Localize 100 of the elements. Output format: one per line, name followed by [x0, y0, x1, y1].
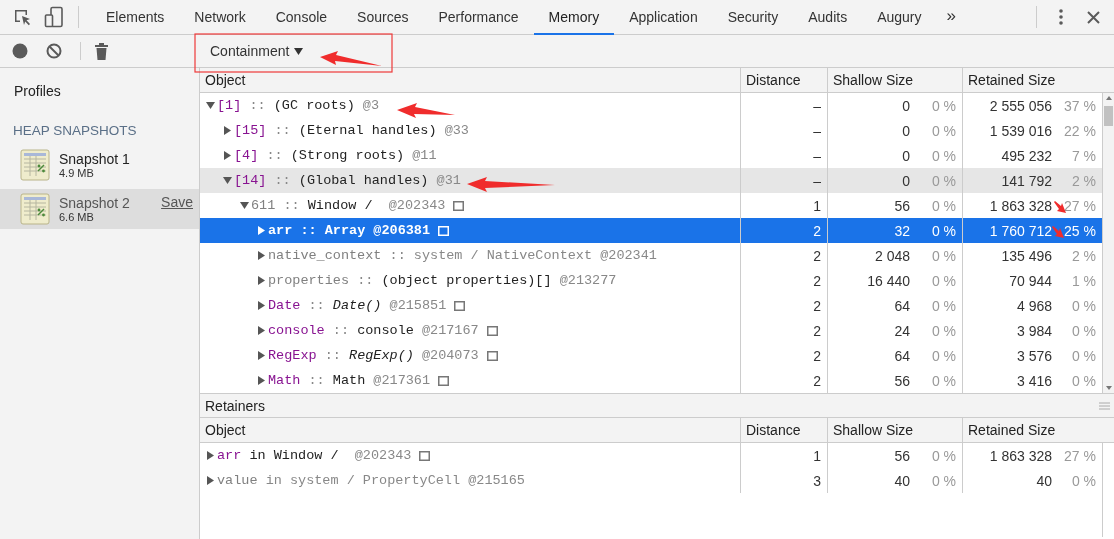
shallow-percent-cell-text: 0 %	[930, 172, 956, 189]
snapshot-name: Snapshot 1	[59, 151, 131, 167]
view-dropdown[interactable]: Containment	[204, 38, 310, 64]
column-header[interactable]: Shallow Size	[828, 68, 963, 92]
snapshot-size: 4.9 MB	[59, 167, 95, 179]
save-link[interactable]: Save	[161, 194, 193, 210]
spreadsheet-icon	[20, 149, 50, 181]
retained-size-cell: 3 576	[1016, 347, 1052, 364]
tree-row[interactable]: console :: console @217167 2 24 0 % 3 984 0 %	[200, 318, 1102, 343]
retained-size-cell: 135 496	[1001, 247, 1052, 264]
trash-icon[interactable]	[95, 42, 108, 60]
panel-tab[interactable]: Augury	[862, 0, 937, 35]
tree-row[interactable]: [14] :: (Global handles) @31 – 0 0 % 141 792 2 %	[200, 168, 1102, 193]
shallow-size-cell: 56	[894, 447, 910, 464]
close-icon[interactable]	[1087, 10, 1100, 24]
tree-row[interactable]: properties :: (object properties)[] @213277 2 16 440 0 % 70 944 1 %	[200, 268, 1102, 293]
retained-percent-cell-text: 2 %	[1070, 172, 1096, 189]
retainer-row[interactable]: value in system / PropertyCell @215165 3 40 0 % 40 0 %	[200, 468, 1102, 493]
retainer-row[interactable]: arr in Window / @202343 1 56 0 % 1 863 328 27 %	[200, 443, 1102, 468]
panel-tab[interactable]: Performance	[423, 0, 534, 35]
resize-handle-icon[interactable]	[1099, 401, 1110, 410]
object-label: [15] :: (Eternal handles) @33	[234, 123, 469, 138]
inspect-icon[interactable]	[12, 7, 32, 27]
spreadsheet-icon	[20, 193, 50, 225]
snapshot-item[interactable]: Snapshot 2 6.6 MB Save	[0, 189, 199, 229]
more-tabs-button[interactable]: »	[936, 5, 966, 29]
expand-triangle-icon[interactable]	[257, 376, 266, 385]
scrollbar-thumb[interactable]	[1104, 106, 1113, 126]
retained-size-cell: 4 968	[1016, 297, 1052, 314]
distance-cell: 3	[741, 468, 828, 493]
sidebar-title: Profiles	[13, 82, 62, 101]
reveal-icon[interactable]	[419, 450, 431, 461]
collapse-triangle-icon[interactable]	[240, 201, 249, 210]
tree-row[interactable]: native_context :: system / NativeContext @202341 2 2 048 0 % 135 496 2 %	[200, 243, 1102, 268]
expand-triangle-icon[interactable]	[257, 226, 266, 235]
collapse-triangle-icon[interactable]	[223, 176, 232, 185]
retained-percent-cell-text: 1 %	[1070, 272, 1096, 289]
menu-icon[interactable]	[1059, 9, 1063, 25]
shallow-size-cell: 24	[894, 322, 910, 339]
clear-icon[interactable]	[46, 43, 62, 59]
shallow-size-cell: 64	[894, 347, 910, 364]
device-toolbar-icon[interactable]	[44, 6, 64, 28]
expand-triangle-icon[interactable]	[223, 126, 232, 135]
tree-row[interactable]: arr :: Array @206381 2 32 0 % 1 760 712 25 %	[200, 218, 1102, 243]
retained-size-cell: 1 760 712	[989, 222, 1052, 239]
section-heading: HEAP SNAPSHOTS	[12, 122, 138, 140]
panel-tab[interactable]: Application	[614, 0, 713, 35]
column-header[interactable]: Retained Size	[963, 418, 1102, 442]
shallow-size-cell: 40	[894, 472, 910, 489]
retained-size-cell: 1 863 328	[989, 447, 1052, 464]
reveal-icon[interactable]	[486, 350, 498, 361]
record-icon[interactable]	[12, 43, 28, 59]
expand-triangle-icon[interactable]	[257, 251, 266, 260]
panel-tab[interactable]: Elements	[91, 0, 180, 35]
shallow-percent-cell-text: 0 %	[930, 472, 956, 489]
column-header[interactable]: Object	[200, 68, 741, 92]
retainers-title: Retainers	[205, 397, 265, 414]
panel-tab[interactable]: Security	[712, 0, 794, 35]
column-header[interactable]: Shallow Size	[828, 418, 963, 442]
panel-tab[interactable]: Network	[179, 0, 261, 35]
shallow-percent-cell-text: 0 %	[930, 347, 956, 364]
reveal-icon[interactable]	[438, 375, 450, 386]
panel-tab[interactable]: Sources	[342, 0, 424, 35]
snapshot-item[interactable]: Snapshot 1 4.9 MB	[0, 145, 199, 185]
expand-triangle-icon[interactable]	[257, 301, 266, 310]
retained-percent-cell: 27 %	[1064, 447, 1096, 464]
column-header[interactable]: Distance	[741, 418, 828, 442]
shallow-size-cell: 0	[902, 97, 910, 114]
column-header[interactable]: Object	[200, 418, 741, 442]
column-header[interactable]: Retained Size	[963, 68, 1102, 92]
expand-triangle-icon[interactable]	[257, 276, 266, 285]
collapse-triangle-icon[interactable]	[206, 101, 215, 110]
tree-row[interactable]: [15] :: (Eternal handles) @33 – 0 0 % 1 539 016 22 %	[200, 118, 1102, 143]
reveal-icon[interactable]	[486, 325, 498, 336]
shallow-size-cell: 56	[894, 372, 910, 389]
retained-size-cell: 141 792	[1001, 172, 1052, 189]
retained-percent-cell-text: 0 %	[1070, 472, 1096, 489]
retained-size-cell: 1 863 328	[989, 197, 1052, 214]
tree-row[interactable]: RegExp :: RegExp() @204073 2 64 0 % 3 576 0 %	[200, 343, 1102, 368]
object-label: [1] :: (GC roots) @3	[217, 98, 380, 113]
scrollbar[interactable]	[1102, 93, 1114, 393]
panel-tab[interactable]: Audits	[793, 0, 863, 35]
expand-triangle-icon[interactable]	[223, 151, 232, 160]
shallow-size-cell: 0	[902, 172, 910, 189]
object-label: properties :: (object properties)[] @213277	[268, 273, 617, 288]
reveal-icon[interactable]	[453, 200, 465, 211]
tree-row[interactable]: Date :: Date() @215851 2 64 0 % 4 968 0 %	[200, 293, 1102, 318]
object-label: native_context :: system / NativeContext @202341	[268, 248, 657, 263]
shallow-size-cell: 16 440	[867, 272, 910, 289]
retained-size-cell: 1 539 016	[989, 122, 1052, 139]
expand-triangle-icon[interactable]	[206, 476, 215, 485]
caret-icon	[294, 47, 304, 55]
reveal-icon[interactable]	[454, 300, 466, 311]
column-header[interactable]: Distance	[741, 68, 828, 92]
retained-percent-cell-text: 0 %	[1070, 347, 1096, 364]
object-label: console :: console @217167	[268, 323, 479, 338]
panel-tab[interactable]: Console	[260, 0, 343, 35]
expand-triangle-icon[interactable]	[206, 451, 215, 460]
expand-triangle-icon[interactable]	[257, 351, 266, 360]
expand-triangle-icon[interactable]	[257, 326, 266, 335]
